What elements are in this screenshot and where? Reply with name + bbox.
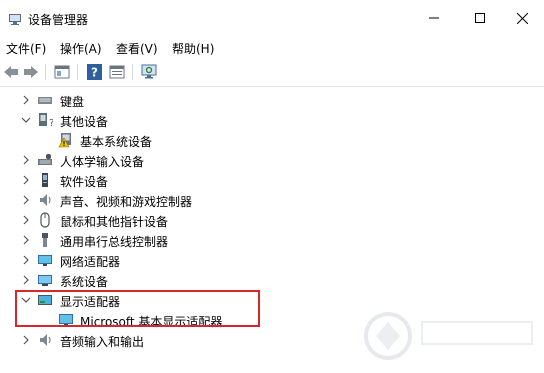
expand-chevron-icon[interactable] (20, 233, 32, 247)
tree-item-basic-system-device[interactable]: 基本系统设备 (0, 130, 544, 150)
tree-item-other-devices[interactable]: ? 其他设备 (0, 110, 544, 130)
tree-item-label: 基本系统设备 (80, 135, 153, 149)
expand-chevron-icon[interactable] (20, 93, 32, 107)
network-icon (38, 255, 52, 266)
maximize-button[interactable] (458, 0, 502, 36)
hid-icon (38, 154, 52, 165)
software-device-icon (42, 173, 48, 187)
minimize-icon (429, 17, 439, 19)
tree-item-hid[interactable]: 人体学输入设备 (0, 150, 544, 170)
tree-item-keyboard[interactable]: 键盘 (0, 90, 544, 110)
expand-chevron-icon[interactable] (20, 273, 32, 287)
tree-item-usb[interactable]: 通用串行总线控制器 (0, 230, 544, 250)
watermark-logo-icon (364, 312, 533, 360)
tree-item-label: 键盘 (60, 95, 85, 109)
tree-item-label: 声音、视频和游戏控制器 (60, 195, 193, 209)
tree-item-system-devices[interactable]: 系统设备 (0, 270, 544, 290)
sound-icon (40, 194, 51, 206)
menu-view[interactable]: 查看(V) (116, 40, 158, 57)
svg-text:?: ? (91, 66, 98, 80)
tree-item-label: 鼠标和其他指针设备 (60, 215, 169, 229)
scan-hardware-button[interactable] (140, 63, 158, 81)
highlight-box (15, 290, 260, 327)
tree-item-label: 软件设备 (60, 175, 109, 189)
tree-item-label: 音频输入和输出 (60, 335, 145, 349)
close-icon (516, 12, 528, 24)
menu-file[interactable]: 文件(F) (6, 40, 46, 57)
keyboard-icon (38, 97, 52, 104)
collapse-chevron-icon[interactable] (20, 113, 32, 127)
view-icon (109, 65, 125, 79)
warning-device-icon (58, 133, 71, 148)
expand-chevron-icon[interactable] (20, 193, 32, 207)
tree-item-label: 网络适配器 (60, 255, 121, 269)
tree-item-software-devices[interactable]: 软件设备 (0, 170, 544, 190)
tree-item-network[interactable]: 网络适配器 (0, 250, 544, 270)
tree-item-label: 人体学输入设备 (60, 155, 145, 169)
tree-item-mouse[interactable]: 鼠标和其他指针设备 (0, 210, 544, 230)
expand-chevron-icon[interactable] (20, 213, 32, 227)
audio-io-icon (40, 334, 51, 346)
title-bar: 设备管理器 (0, 0, 544, 36)
forward-button[interactable] (22, 63, 40, 81)
mouse-icon (40, 212, 50, 228)
expand-chevron-icon[interactable] (20, 153, 32, 167)
svg-text:?: ? (49, 118, 53, 128)
view-button[interactable] (108, 63, 126, 81)
unknown-device-icon: ? (39, 113, 53, 128)
tree-item-sound-video-game[interactable]: 声音、视频和游戏控制器 (0, 190, 544, 210)
watermark (350, 300, 540, 370)
expand-chevron-icon[interactable] (20, 253, 32, 267)
menu-action[interactable]: 操作(A) (60, 40, 102, 57)
close-button[interactable] (500, 0, 544, 36)
toolbar-separator (45, 64, 46, 80)
help-icon: ? (86, 64, 102, 80)
forward-icon (24, 66, 38, 78)
back-button[interactable] (2, 63, 20, 81)
window-title: 设备管理器 (28, 13, 89, 27)
toolbar-separator (132, 64, 133, 80)
toolbar: ? (0, 58, 544, 87)
system-device-icon (38, 275, 52, 286)
usb-icon (42, 233, 48, 247)
expand-chevron-icon[interactable] (20, 173, 32, 187)
properties-button[interactable] (53, 63, 71, 81)
menu-bar: 文件(F) 操作(A) 查看(V) 帮助(H) (0, 36, 544, 58)
toolbar-separator (77, 64, 78, 80)
tree-item-label: 其他设备 (60, 115, 109, 129)
menu-help[interactable]: 帮助(H) (172, 40, 214, 57)
scan-hardware-icon (141, 64, 157, 79)
back-icon (4, 66, 18, 78)
help-button[interactable]: ? (85, 63, 103, 81)
expand-chevron-icon[interactable] (20, 333, 32, 347)
properties-icon (54, 65, 70, 79)
maximize-icon (475, 13, 485, 23)
device-manager-icon (9, 14, 21, 25)
tree-item-label: 通用串行总线控制器 (60, 235, 169, 249)
minimize-button[interactable] (412, 0, 456, 36)
tree-item-label: 系统设备 (60, 275, 109, 289)
